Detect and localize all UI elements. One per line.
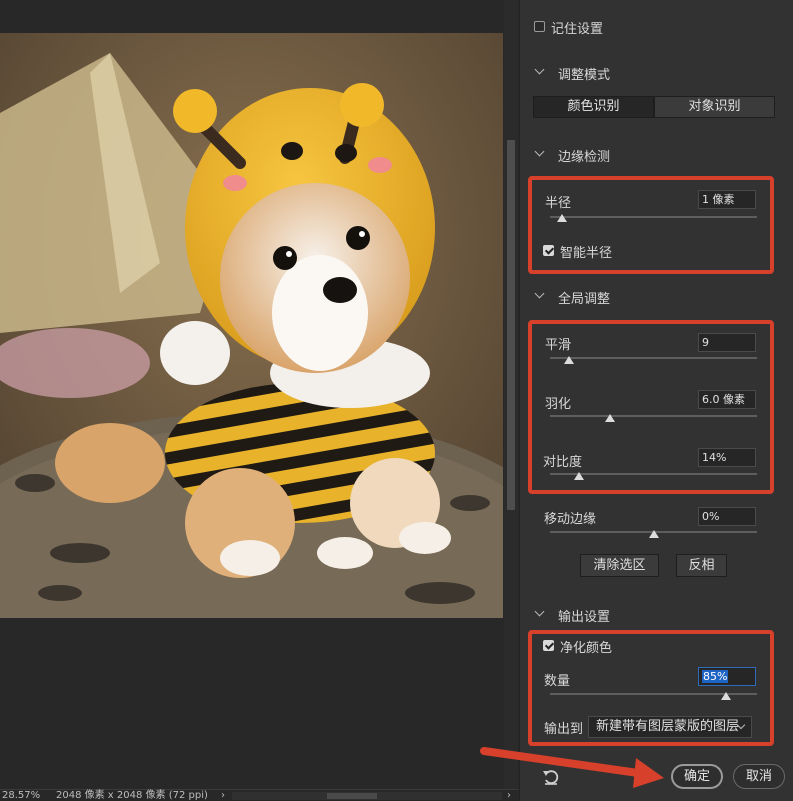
output-to-select[interactable]: 新建带有图层蒙版的图层 [588, 716, 752, 738]
smart-radius-checkbox[interactable] [543, 245, 554, 256]
zoom-level[interactable]: 28.57% [2, 790, 40, 801]
feather-slider-thumb[interactable] [605, 414, 616, 422]
amount-field-selection: 85% [702, 670, 729, 683]
chevron-down-icon[interactable] [534, 146, 545, 157]
adjust-mode-title[interactable]: 调整模式 [558, 64, 610, 83]
color-recognition-tab[interactable]: 颜色识别 [533, 96, 654, 118]
chevron-down-icon[interactable] [534, 288, 545, 299]
amount-slider-thumb[interactable] [720, 692, 731, 700]
select-and-mask-properties-panel: 记住设置 调整模式 颜色识别 对象识别 边缘检测 半径 1 像素 智能半径 全局… [519, 0, 793, 801]
radius-slider-track[interactable] [550, 216, 757, 218]
chevron-down-icon[interactable] [534, 64, 545, 75]
clear-selection-button[interactable]: 清除选区 [580, 554, 659, 577]
annotation-arrow [480, 747, 664, 788]
edge-detection-title[interactable]: 边缘检测 [558, 146, 610, 165]
smooth-slider-thumb[interactable] [563, 356, 574, 364]
radius-slider-thumb[interactable] [557, 214, 568, 222]
feather-slider-track[interactable] [550, 415, 757, 417]
output-to-label: 输出到 [544, 722, 584, 737]
shift-edge-label: 移动边缘 [544, 512, 597, 527]
decontaminate-colors-checkbox[interactable] [543, 640, 554, 651]
smooth-field[interactable]: 9 [698, 333, 756, 352]
contrast-field[interactable]: 14% [698, 448, 756, 467]
decontaminate-colors-label[interactable]: 净化颜色 [560, 637, 612, 656]
document-dimensions: 2048 像素 x 2048 像素 (72 ppi) [56, 790, 208, 801]
object-recognition-tab[interactable]: 对象识别 [654, 96, 775, 118]
shift-edge-slider-thumb[interactable] [648, 530, 659, 538]
radius-field[interactable]: 1 像素 [698, 190, 756, 209]
contrast-slider-thumb[interactable] [573, 472, 584, 480]
remember-settings-checkbox[interactable] [534, 21, 545, 32]
cancel-button[interactable]: 取消 [733, 764, 785, 789]
contrast-label: 对比度 [543, 455, 583, 470]
status-menu-arrow[interactable]: › [221, 790, 225, 801]
document-image [0, 33, 503, 618]
feather-field[interactable]: 6.0 像素 [698, 390, 756, 409]
feather-label: 羽化 [545, 397, 572, 412]
horizontal-scrollbar[interactable] [232, 792, 502, 800]
output-settings-title[interactable]: 输出设置 [558, 606, 610, 625]
shift-edge-field[interactable]: 0% [698, 507, 756, 526]
smart-radius-label[interactable]: 智能半径 [560, 242, 612, 261]
smooth-slider-track[interactable] [550, 357, 757, 359]
amount-field[interactable]: 85% [698, 667, 756, 686]
status-bar: 28.57% 2048 像素 x 2048 像素 (72 ppi) › › [0, 789, 519, 801]
global-adjust-title[interactable]: 全局调整 [558, 288, 610, 307]
chevron-down-icon[interactable] [534, 606, 545, 617]
vertical-scrollbar[interactable] [504, 0, 518, 789]
canvas-area[interactable] [0, 0, 519, 789]
radius-label: 半径 [545, 196, 572, 211]
vertical-scrollbar-thumb[interactable] [507, 140, 515, 510]
remember-settings-label[interactable]: 记住设置 [551, 18, 603, 37]
horizontal-scrollbar-thumb[interactable] [327, 793, 377, 799]
scroll-right-arrow[interactable]: › [507, 790, 511, 801]
output-to-value: 新建带有图层蒙版的图层 [596, 719, 740, 734]
amount-label: 数量 [544, 674, 571, 689]
invert-button[interactable]: 反相 [676, 554, 727, 577]
smooth-label: 平滑 [545, 338, 572, 353]
